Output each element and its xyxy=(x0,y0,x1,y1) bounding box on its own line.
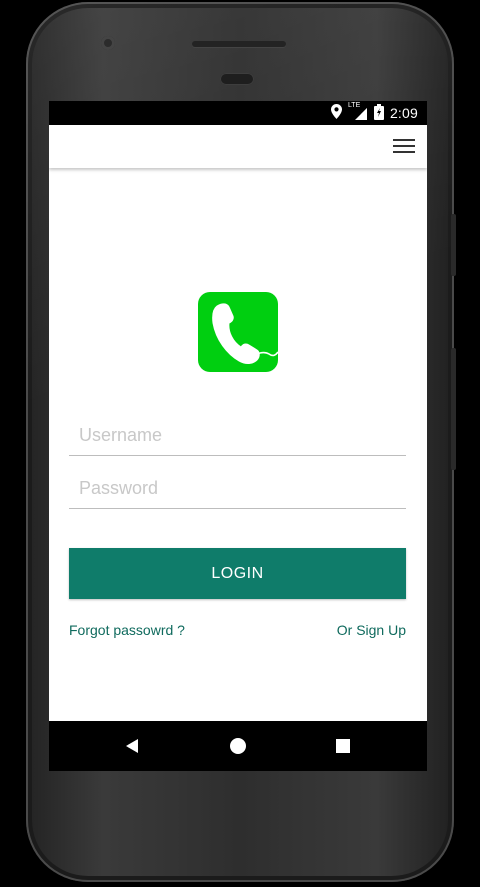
username-input[interactable] xyxy=(69,416,406,456)
password-input[interactable] xyxy=(69,469,406,509)
back-icon xyxy=(126,739,138,753)
back-button[interactable] xyxy=(102,721,162,771)
home-icon xyxy=(230,738,246,754)
lte-signal-icon: LTE xyxy=(348,102,368,121)
login-button[interactable]: LOGIN xyxy=(69,548,406,599)
location-icon xyxy=(330,104,342,122)
hamburger-menu-icon[interactable] xyxy=(393,139,415,153)
proximity-sensor xyxy=(220,73,254,85)
navigation-bar xyxy=(49,721,427,771)
app-logo xyxy=(198,292,279,372)
status-bar: LTE 2:09 xyxy=(49,101,427,125)
recents-button[interactable] xyxy=(313,721,373,771)
status-time: 2:09 xyxy=(389,105,418,121)
battery-icon xyxy=(373,103,384,123)
app-bar xyxy=(49,125,427,168)
recents-icon xyxy=(336,739,350,753)
phone-handset-icon xyxy=(212,303,279,364)
earpiece-speaker xyxy=(192,41,286,47)
front-camera xyxy=(101,36,115,50)
volume-button xyxy=(451,348,456,470)
home-button[interactable] xyxy=(208,721,268,771)
sign-up-link[interactable]: Or Sign Up xyxy=(337,622,406,638)
screen: LTE 2:09 LOGIN Forgot p xyxy=(49,101,427,771)
forgot-password-link[interactable]: Forgot passowrd ? xyxy=(69,622,185,638)
power-button xyxy=(451,214,456,276)
